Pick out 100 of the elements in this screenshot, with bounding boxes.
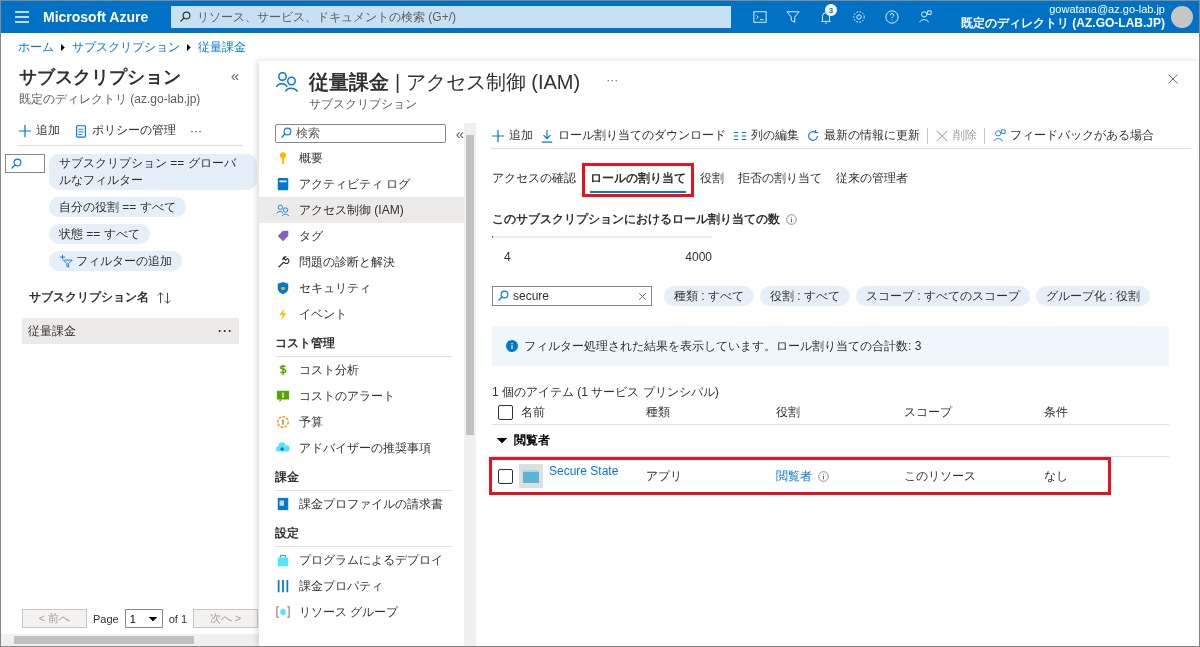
more-button[interactable]: ··· <box>190 123 202 138</box>
collapse-button[interactable]: « <box>230 65 239 85</box>
bell-icon <box>818 10 833 24</box>
toolbar-button[interactable]: ロール割り当てのダウンロード <box>540 127 726 144</box>
group-header[interactable]: 閲覧者 <box>492 425 1169 457</box>
menu-item[interactable]: 予算 <box>259 409 464 435</box>
more-button[interactable]: ··· <box>606 73 619 87</box>
menu-item[interactable]: コストのアラート <box>259 383 464 409</box>
clipboard-icon <box>74 123 88 138</box>
collapse-button[interactable]: « <box>455 123 464 143</box>
toolbar-button[interactable]: 追加 <box>18 122 60 139</box>
sort-icon <box>157 290 171 305</box>
blade-title-suffix: | アクセス制御 (IAM) <box>395 70 581 95</box>
tab[interactable]: 拒否の割り当て <box>730 163 830 197</box>
invoice-icon <box>276 497 290 511</box>
breadcrumb-link[interactable]: 従量課金 <box>198 38 246 56</box>
menu-item[interactable]: 問題の診断と解決 <box>259 249 464 275</box>
directory-name: 既定のディレクトリ (AZ.GO-LAB.JP) <box>961 15 1165 32</box>
menu-section-heading: 課金 <box>275 465 452 491</box>
filter-pill[interactable]: 種類 : すべて <box>664 286 754 306</box>
pane-title: サブスクリプション <box>19 66 181 89</box>
search-field[interactable] <box>5 154 45 173</box>
bag-icon <box>276 553 290 567</box>
menu-item[interactable]: セキュリティ <box>259 275 464 301</box>
breadcrumb-link[interactable]: サブスクリプション <box>72 38 180 56</box>
terminal-icon <box>752 10 767 24</box>
menu-item[interactable]: アドバイザーの推奨事項 <box>259 435 464 461</box>
column-header[interactable]: 名前 <box>498 404 646 421</box>
notification-badge: 3 <box>825 4 837 16</box>
vertical-scrollbar[interactable] <box>464 123 476 646</box>
menu-item[interactable]: 概要 <box>259 145 464 171</box>
menu-section-heading: コスト管理 <box>275 331 452 357</box>
menu-icon[interactable] <box>15 11 29 23</box>
search-icon <box>497 290 509 302</box>
toolbar-button[interactable]: フィードバックがある場合 <box>992 127 1154 144</box>
search-field[interactable]: リソース、サービス、ドキュメントの検索 (G+/) <box>171 6 731 28</box>
help-icon <box>884 10 899 24</box>
menu-item[interactable]: タグ <box>259 223 464 249</box>
filter-pill[interactable]: スコープ : すべてのスコープ <box>856 286 1031 306</box>
role-link[interactable]: 閲覧者 <box>776 467 812 485</box>
page-dropdown[interactable]: 1 <box>124 609 163 628</box>
avatar[interactable] <box>1171 6 1193 28</box>
select-all-checkbox[interactable] <box>498 405 513 420</box>
filter-pill[interactable]: グループ化 : 役割 <box>1036 286 1151 306</box>
menu-item[interactable]: イベント <box>259 301 464 327</box>
menu-section-heading: 設定 <box>275 521 452 547</box>
menu-item[interactable]: 課金プロパティ <box>259 573 464 599</box>
filter-pill[interactable]: サブスクリプション == グローバルなフィルター <box>49 154 257 190</box>
pane-subtitle: 既定のディレクトリ (az.go-lab.jp) <box>18 91 202 108</box>
more-button[interactable]: ··· <box>218 324 233 338</box>
row-checkbox[interactable] <box>498 469 513 484</box>
cloud-icon <box>276 441 290 455</box>
page-count: of 1 <box>168 612 188 625</box>
menu-item[interactable]: コスト分析 <box>259 357 464 383</box>
filter-pill[interactable]: 状態 == すべて <box>49 224 150 244</box>
search-field[interactable]: secure <box>492 286 652 306</box>
notifications-button[interactable]: 3 <box>809 1 842 33</box>
column-header[interactable]: スコープ <box>904 404 1044 421</box>
menu-item[interactable]: アクティビティ ログ <box>259 171 464 197</box>
breadcrumb-link[interactable]: ホーム <box>18 38 54 56</box>
filter-pill[interactable]: 役割 : すべて <box>760 286 851 306</box>
quota-max: 4000 <box>685 250 712 264</box>
bars-icon <box>276 579 290 593</box>
tab[interactable]: 役割 <box>692 163 732 197</box>
funnel-icon <box>785 10 800 24</box>
toolbar-button[interactable]: 最新の情報に更新 <box>806 127 920 144</box>
tab[interactable]: アクセスの確認 <box>484 163 584 197</box>
toolbar-button[interactable]: 列の編集 <box>733 127 799 144</box>
menu-item[interactable]: リソース グループ <box>259 599 464 625</box>
search-field[interactable]: 検索 <box>275 123 446 143</box>
table-cell-text: なし <box>1044 467 1069 485</box>
tab[interactable]: 従来の管理者 <box>828 163 916 197</box>
filter-pill[interactable]: 自分の役割 == すべて <box>49 197 186 217</box>
subscription-row[interactable]: 従量課金 ··· <box>22 318 239 344</box>
chevron-icon <box>496 437 508 444</box>
info-icon <box>818 470 829 482</box>
clear-icon <box>638 291 647 301</box>
people-icon <box>275 69 299 93</box>
brand-name[interactable]: Microsoft Azure <box>43 9 171 25</box>
search-icon <box>10 157 22 170</box>
info-icon <box>506 340 518 352</box>
download-icon <box>540 128 554 143</box>
tab[interactable]: ロールの割り当て <box>582 163 694 197</box>
horizontal-scrollbar[interactable] <box>1 634 259 646</box>
menu-item[interactable]: プログラムによるデプロイ <box>259 547 464 573</box>
wrench-icon <box>276 255 290 269</box>
menu-item[interactable]: アクセス制御 (IAM) <box>259 197 464 223</box>
app-link[interactable]: Secure State <box>549 464 619 478</box>
table-cell-text: アプリ <box>646 467 683 485</box>
tag-icon <box>276 229 290 243</box>
column-header[interactable]: 条件 <box>1044 404 1169 421</box>
user-email[interactable]: gowatana@az.go-lab.jp <box>1049 2 1165 15</box>
menu-item[interactable]: 課金プロファイルの請求書 <box>259 491 464 517</box>
column-header[interactable]: 種類 <box>646 404 776 421</box>
column-header[interactable]: サブスクリプション名 <box>29 289 149 306</box>
info-icon <box>786 214 797 225</box>
add-filter-button[interactable]: フィルターの追加 <box>49 251 182 271</box>
toolbar-button[interactable]: ポリシーの管理 <box>74 122 176 139</box>
column-header[interactable]: 役割 <box>776 404 904 421</box>
toolbar-button[interactable]: 追加 <box>491 127 533 144</box>
